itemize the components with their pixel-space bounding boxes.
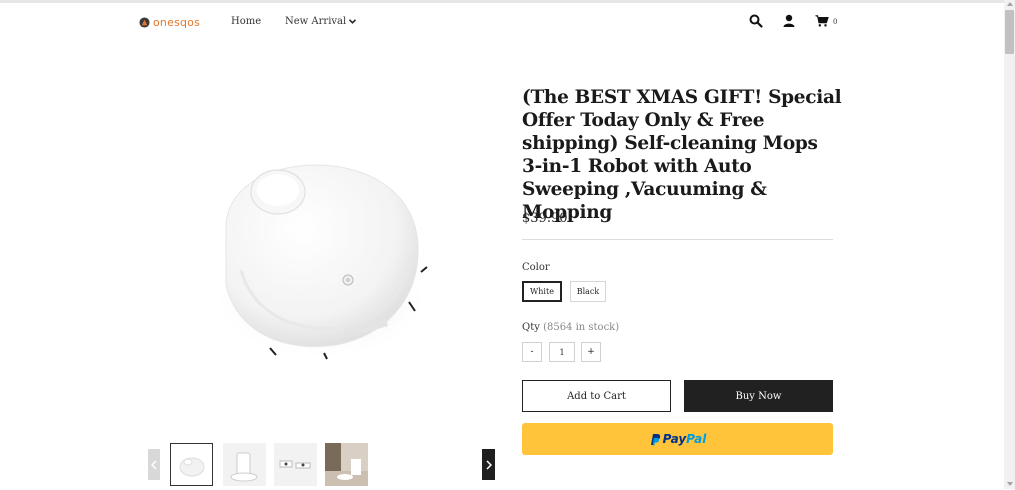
qty-label: Qty (8564 in stock) (522, 322, 619, 333)
thumbnail-dock-station-image (230, 452, 258, 482)
color-option-black[interactable]: Black (570, 281, 606, 302)
logo-text: onesqos (153, 16, 201, 29)
qty-decrease-button[interactable]: - (522, 342, 542, 362)
thumbnail-1[interactable] (170, 443, 213, 486)
user-icon[interactable] (782, 14, 796, 28)
thumbnail-robot-top-image (179, 457, 205, 477)
thumbnail-3[interactable] (274, 443, 317, 486)
chevron-left-icon (151, 459, 157, 470)
chevron-down-icon (349, 19, 357, 24)
chevron-right-icon (485, 459, 492, 470)
search-icon[interactable] (749, 14, 763, 28)
divider (522, 239, 833, 240)
thumbnail-accessories-image (279, 460, 311, 469)
paypal-button[interactable]: PayPal (522, 423, 833, 455)
product-main-image[interactable] (196, 150, 446, 375)
product-title: (The BEST XMAS GIFT! Special Offer Today… (522, 87, 842, 223)
top-border (0, 0, 1004, 3)
thumbnail-room-image (325, 443, 368, 486)
nav-home-link[interactable]: Home (231, 16, 261, 27)
paypal-logo-icon (650, 433, 660, 445)
qty-label-text: Qty (522, 322, 540, 333)
buy-now-button[interactable]: Buy Now (684, 380, 833, 412)
color-label: Color (522, 262, 550, 273)
cart-icon[interactable] (815, 14, 829, 28)
paypal-wordmark-pal: Pal (686, 432, 707, 446)
paypal-wordmark: PayPal (663, 432, 707, 446)
scroll-up-arrow-icon[interactable] (1007, 2, 1013, 6)
paypal-wordmark-pay: Pay (662, 432, 687, 446)
thumbnail-2[interactable] (223, 443, 266, 486)
thumbnail-4[interactable] (325, 443, 368, 486)
page-scrollbar[interactable] (1004, 0, 1015, 489)
color-option-white[interactable]: White (522, 281, 562, 302)
add-to-cart-button[interactable]: Add to Cart (522, 380, 671, 412)
qty-input[interactable] (549, 342, 575, 362)
cart-count-badge: 0 (833, 18, 838, 26)
nav-new-arrival-link[interactable]: New Arrival (285, 16, 357, 27)
thumbnail-prev-button[interactable] (148, 449, 160, 480)
site-logo[interactable]: onesqos (139, 16, 200, 29)
thumbnail-next-button[interactable] (482, 449, 495, 480)
scrollbar-thumb[interactable] (1005, 10, 1014, 54)
stock-count: (8564 in stock) (543, 322, 620, 333)
qty-increase-button[interactable]: + (581, 342, 601, 362)
scroll-down-arrow-icon[interactable] (1007, 482, 1013, 486)
nav-new-arrival-label: New Arrival (285, 16, 347, 27)
product-price: $39.90 (522, 211, 568, 226)
logo-mark-icon (139, 17, 150, 28)
